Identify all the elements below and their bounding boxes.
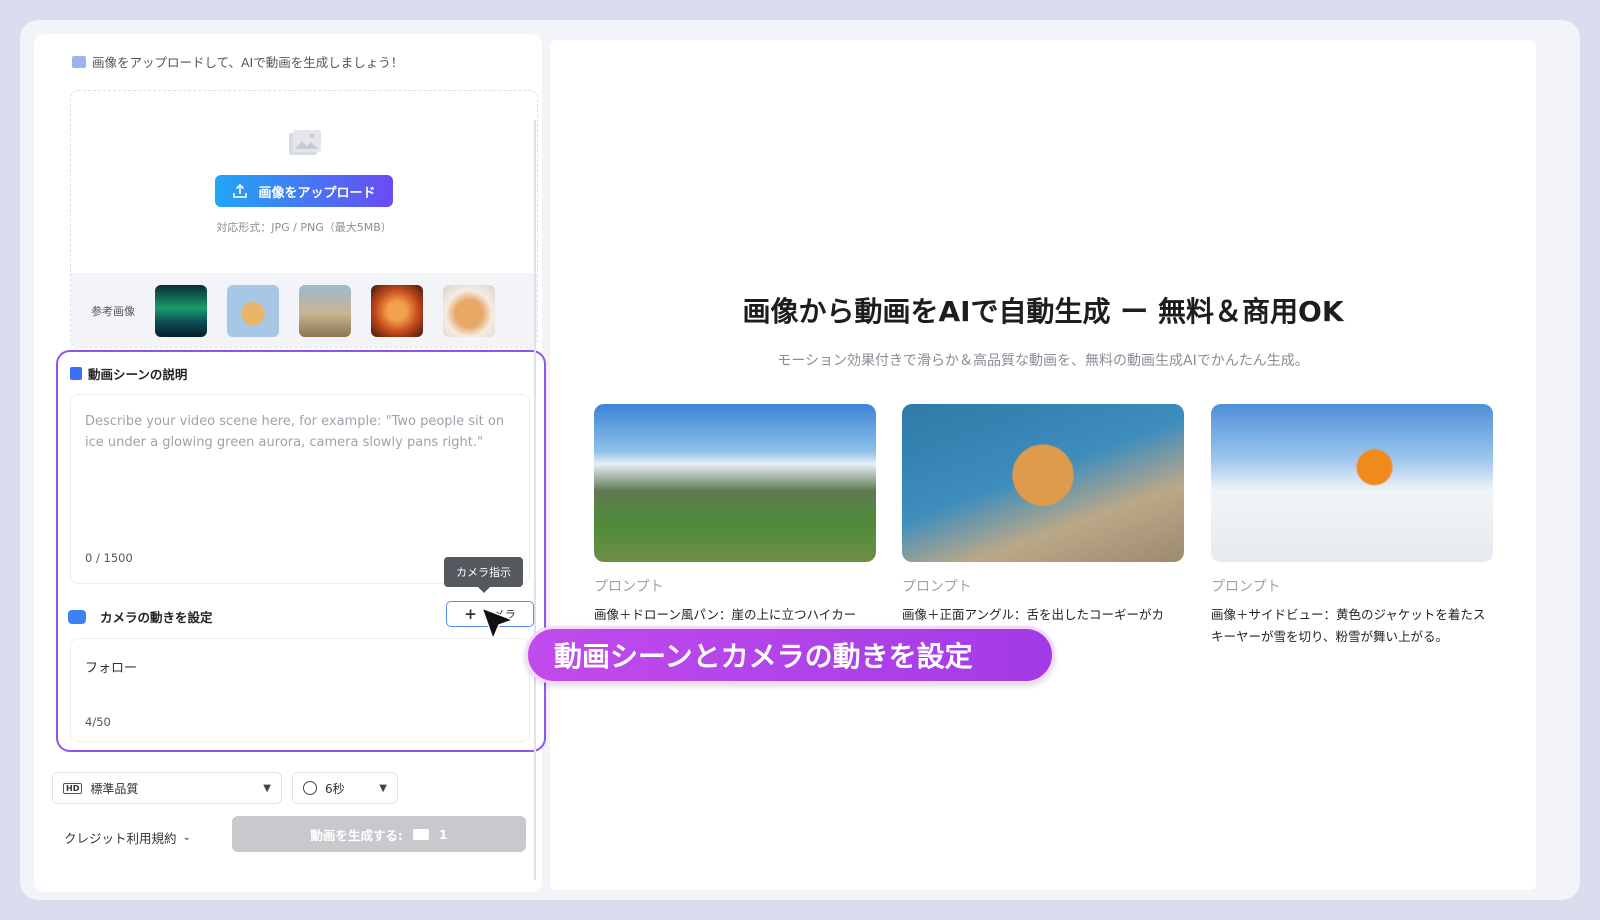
credit-terms-link[interactable]: クレジット利用規約 ⌄ — [64, 828, 191, 847]
camera-row: カメラの動きを設定 + カメラ — [68, 600, 534, 630]
upload-format-hint: 対応形式：JPG / PNG（最大5MB） — [216, 221, 392, 234]
right-panel: 画像から動画をAIで自動生成 ー 無料＆商用OK モーション効果付きで滑らか＆高… — [550, 40, 1536, 890]
edit-note-icon — [70, 367, 82, 380]
plus-icon: + — [464, 605, 477, 623]
upload-dropzone[interactable]: 画像をアップロード 対応形式：JPG / PNG（最大5MB） 参考画像 — [70, 90, 538, 348]
duration-select[interactable]: 6秒 ▼ — [292, 772, 398, 804]
example-desc: 画像＋サイドビュー：黄色のジャケットを着たスキーヤーが雪を切り、粉雪が舞い上がる… — [1211, 607, 1486, 644]
clock-icon — [303, 781, 317, 795]
image-icon — [72, 55, 86, 68]
upload-image-button[interactable]: 画像をアップロード — [215, 175, 393, 207]
generate-controls: HD 標準品質 ▼ 6秒 ▼ クレジット利用規約 ⌄ 動画を生成する: 1 — [34, 760, 542, 892]
image-placeholder-icon — [289, 130, 321, 155]
upload-heading-text: 画像をアップロードして、AIで動画を生成しましょう！ — [92, 55, 404, 70]
example-card[interactable]: プロンプト 画像＋正面アングル：舌を出したコーギーがカ 夕日の光が差し込む。 — [902, 404, 1252, 648]
example-desc: 画像＋ドローン風パン：崖の上に立つハイカー — [594, 607, 857, 622]
reference-label: 参考画像 — [91, 305, 135, 318]
scene-char-count: 0 / 1500 — [85, 551, 133, 565]
example-image-skier — [1211, 404, 1493, 562]
reference-images: 参考画像 — [71, 273, 537, 347]
example-label: プロンプト — [1211, 579, 1281, 595]
example-card[interactable]: プロンプト 画像＋サイドビュー：黄色のジャケットを着たスキーヤーが雪を切り、粉雪… — [1211, 404, 1493, 648]
scene-placeholder: Describe your video scene here, for exam… — [85, 414, 505, 450]
camera-motion-input[interactable]: フォロー 4/50 — [70, 638, 530, 742]
camera-title-text: カメラの動きを設定 — [100, 610, 213, 625]
chevron-down-icon: ▼ — [263, 782, 271, 794]
example-label: プロンプト — [902, 579, 972, 595]
camera-icon — [68, 609, 86, 624]
camera-motion-value: フォロー — [85, 661, 138, 676]
left-panel: 画像をアップロードして、AIで動画を生成しましょう！ 画像をアップロード 対応形… — [34, 34, 546, 778]
reference-thumb-cat[interactable] — [443, 285, 495, 337]
scene-title-text: 動画シーンの説明 — [88, 367, 188, 382]
mouse-cursor-icon — [480, 606, 516, 642]
video-camera-icon — [412, 828, 429, 840]
hd-icon: HD — [63, 782, 83, 794]
credit-terms-text: クレジット利用規約 — [64, 831, 177, 846]
upload-heading: 画像をアップロードして、AIで動画を生成しましょう！ — [72, 52, 403, 71]
reference-thumb-cyclist[interactable] — [299, 285, 351, 337]
feature-banner: 動画シーンとカメラの動きを設定 — [525, 626, 1055, 684]
duration-value: 6秒 — [325, 781, 345, 796]
reference-thumb-aurora[interactable] — [155, 285, 207, 337]
hero-subtitle: モーション効果付きで滑らか＆高品質な動画を、無料の動画生成AIでかんたん生成。 — [777, 353, 1309, 369]
hero-title: 画像から動画をAIで自動生成 ー 無料＆商用OK — [742, 295, 1344, 328]
scene-settings-card: 動画シーンの説明 Describe your video scene here,… — [56, 350, 546, 752]
generate-label: 動画を生成する: — [310, 827, 403, 843]
scene-title: 動画シーンの説明 — [70, 364, 187, 383]
generate-video-button[interactable]: 動画を生成する: 1 — [232, 816, 526, 852]
example-label: プロンプト — [594, 579, 664, 595]
chevron-down-icon: ▼ — [379, 782, 387, 794]
upload-button-label: 画像をアップロード — [258, 185, 376, 201]
upload-icon — [233, 183, 248, 198]
camera-title: カメラの動きを設定 — [68, 607, 213, 626]
reference-thumb-bear[interactable] — [227, 285, 279, 337]
example-image-hiker — [594, 404, 876, 562]
quality-select[interactable]: HD 標準品質 ▼ — [52, 772, 282, 804]
reference-thumb-perfume[interactable] — [371, 285, 423, 337]
generate-cost: 1 — [438, 826, 448, 842]
chevron-down-icon: ⌄ — [182, 832, 191, 843]
example-image-corgi — [902, 404, 1184, 562]
camera-tooltip: カメラ指示 — [444, 557, 523, 593]
panel-divider — [534, 120, 536, 880]
app-frame: 画像をアップロードして、AIで動画を生成しましょう！ 画像をアップロード 対応形… — [20, 20, 1580, 900]
camera-char-count: 4/50 — [85, 715, 111, 729]
scene-description-input[interactable]: Describe your video scene here, for exam… — [70, 394, 530, 584]
quality-value: 標準品質 — [90, 781, 139, 796]
example-card[interactable]: プロンプト 画像＋ドローン風パン：崖の上に立つハイカー — [594, 404, 876, 626]
